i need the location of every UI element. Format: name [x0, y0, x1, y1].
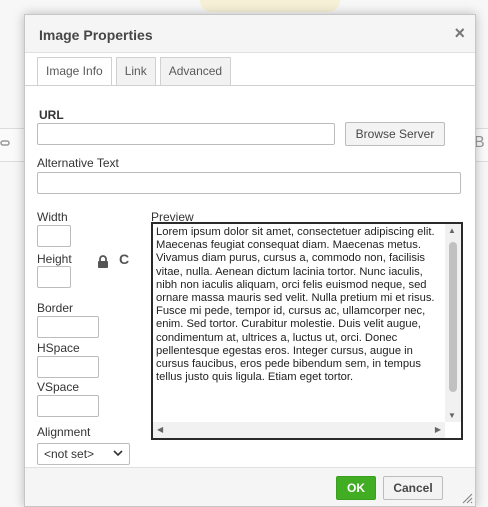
alignment-select[interactable]: <not set> [37, 443, 130, 465]
hspace-input[interactable] [37, 356, 99, 378]
tab-link[interactable]: Link [115, 57, 156, 85]
preview-box[interactable]: Lorem ipsum dolor sit amet, consectetuer… [151, 222, 463, 440]
alt-text-input[interactable] [37, 172, 461, 194]
width-input[interactable] [37, 225, 71, 247]
dialog-footer: OK Cancel [25, 467, 475, 506]
close-icon[interactable]: × [454, 23, 465, 43]
background-highlight [200, 0, 340, 12]
ok-button[interactable]: OK [336, 476, 376, 500]
scroll-up-icon[interactable]: ▲ [448, 226, 456, 235]
dialog-title: Image Properties [39, 27, 153, 43]
border-label: Border [37, 301, 74, 315]
dialog-titlebar[interactable]: Image Properties × [25, 15, 475, 53]
cancel-button[interactable]: Cancel [383, 476, 443, 500]
browse-server-button[interactable]: Browse Server [345, 122, 445, 146]
alignment-selected-value: <not set> [44, 447, 95, 461]
hspace-label: HSpace [37, 341, 80, 355]
scroll-left-icon[interactable]: ◀ [157, 425, 163, 434]
scroll-thumb[interactable] [449, 242, 457, 392]
tab-bar: Image Info Link Advanced [37, 57, 232, 86]
vspace-label: VSpace [37, 380, 80, 394]
preview-horizontal-scrollbar[interactable]: ◀ ▶ [153, 422, 445, 438]
alt-text-label: Alternative Text [37, 156, 119, 170]
preview-text: Lorem ipsum dolor sit amet, consectetuer… [156, 226, 435, 384]
scroll-down-icon[interactable]: ▼ [448, 411, 456, 420]
lock-icon[interactable] [97, 255, 109, 271]
url-input[interactable] [37, 123, 335, 145]
tab-advanced[interactable]: Advanced [159, 57, 232, 85]
url-label: URL [39, 108, 64, 122]
resize-handle-icon[interactable] [461, 492, 473, 504]
scroll-right-icon[interactable]: ▶ [435, 425, 441, 434]
chevron-down-icon [113, 448, 123, 461]
tab-image-info[interactable]: Image Info [37, 57, 112, 86]
height-input[interactable] [37, 266, 71, 288]
border-input[interactable] [37, 316, 99, 338]
preview-vertical-scrollbar[interactable]: ▲ ▼ [445, 224, 461, 422]
vspace-input[interactable] [37, 395, 99, 417]
image-properties-dialog: Image Properties × Image Info Link Advan… [24, 14, 476, 507]
reset-size-icon[interactable]: C [119, 251, 129, 267]
width-label: Width [37, 210, 68, 224]
dialog-content: URL Browse Server Alternative Text Width… [25, 85, 475, 469]
background-link-icon [0, 137, 10, 151]
height-label: Height [37, 252, 72, 266]
alignment-label: Alignment [37, 425, 91, 439]
